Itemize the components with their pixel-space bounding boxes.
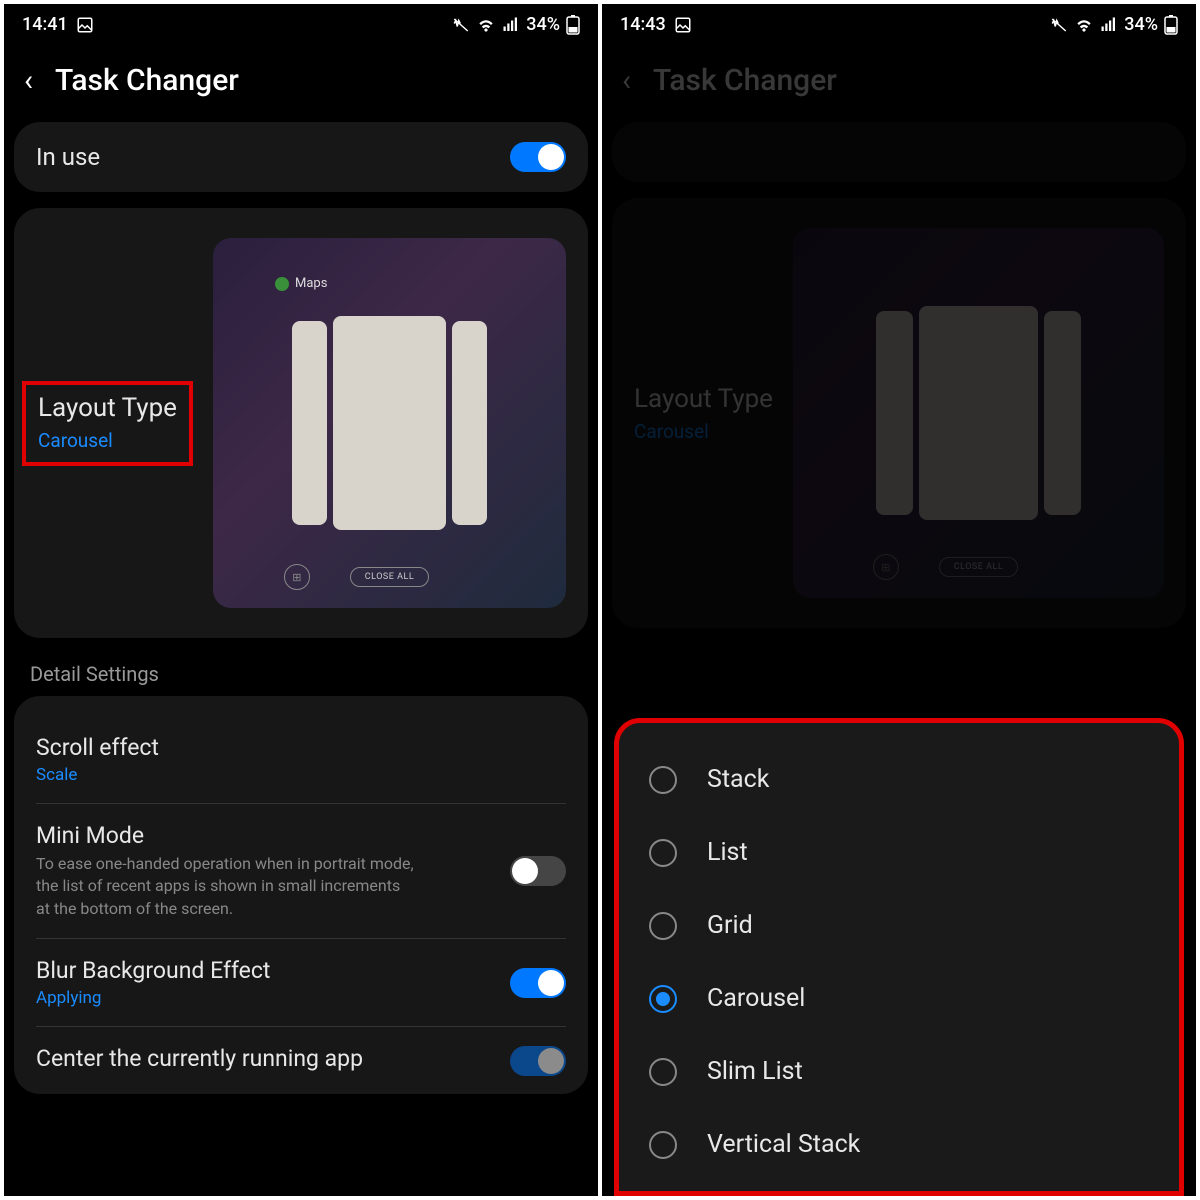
in-use-card: In use [14,122,588,192]
image-icon [674,16,692,34]
status-bar: 14:41 34% [4,4,598,45]
radio-icon [649,839,677,867]
center-row[interactable]: Center the currently running app [36,1027,566,1094]
center-title: Center the currently running app [36,1045,510,1072]
dimmed-background: ‹ Task Changer Layout Type Carousel ⊞ CL… [602,45,1196,644]
layout-type-value: Carousel [38,429,177,452]
layout-options-sheet: Stack List Grid Carousel Slim List Vertical S… [614,718,1184,1196]
image-icon [76,16,94,34]
layout-option-vertical-stack[interactable]: Vertical Stack [641,1108,1157,1181]
left-screenshot: 14:41 34% ‹ Task Changer In use Layout T… [4,4,598,1196]
layout-option-stack[interactable]: Stack [641,743,1157,816]
mini-mode-desc: To ease one-handed operation when in por… [36,853,415,920]
signal-icon [1100,16,1118,34]
mini-mode-toggle[interactable] [510,856,566,886]
radio-icon [649,766,677,794]
center-toggle[interactable] [510,1046,566,1076]
detail-settings-card: Scroll effect Scale Mini Mode To ease on… [14,696,588,1094]
header: ‹ Task Changer [4,45,598,122]
layout-option-slim-list[interactable]: Slim List [641,1035,1157,1108]
detail-settings-header: Detail Settings [4,654,598,696]
signal-icon [502,16,520,34]
status-battery-pct: 34% [526,14,560,35]
back-icon[interactable]: ‹ [24,66,33,96]
status-bar: 14:43 34% [602,4,1196,45]
layout-type-value: Carousel [634,420,773,443]
back-icon: ‹ [622,66,631,96]
vibrate-icon [1050,16,1068,34]
layout-option-list[interactable]: List [641,816,1157,889]
scroll-effect-value: Scale [36,765,566,785]
annotation-highlight: Layout Type Carousel [22,381,193,466]
grid-icon: ⊞ [284,564,310,590]
page-title: Task Changer [653,63,837,98]
radio-label: Grid [707,911,753,940]
radio-label: Slim List [707,1057,803,1086]
radio-icon [649,1131,677,1159]
blur-value: Applying [36,988,510,1008]
radio-label: Stack [707,765,769,794]
wifi-icon [476,15,496,35]
status-time: 14:41 [22,14,68,35]
radio-label: Carousel [707,984,805,1013]
mini-mode-row[interactable]: Mini Mode To ease one-handed operation w… [36,804,566,939]
radio-label: Vertical Stack [707,1130,860,1159]
layout-preview-card[interactable]: Layout Type Carousel Maps ⊞ CLOSE ALL [14,208,588,638]
right-screenshot: 14:43 34% ‹ Task Changer Layout Type Car… [602,4,1196,1196]
radio-label: List [707,838,748,867]
vibrate-icon [452,16,470,34]
mini-mode-title: Mini Mode [36,822,510,849]
radio-icon [649,912,677,940]
in-use-label: In use [36,143,100,171]
in-use-toggle[interactable] [510,142,566,172]
scroll-effect-title: Scroll effect [36,734,566,761]
blur-title: Blur Background Effect [36,957,510,984]
layout-type-label: Layout Type [38,393,177,423]
layout-preview-image: Maps ⊞ CLOSE ALL [213,238,566,608]
layout-option-grid[interactable]: Grid [641,889,1157,962]
radio-icon [649,985,677,1013]
blur-row[interactable]: Blur Background Effect Applying [36,939,566,1027]
battery-icon [1164,15,1178,35]
close-all-label: CLOSE ALL [350,567,429,587]
wifi-icon [1074,15,1094,35]
layout-option-carousel[interactable]: Carousel [641,962,1157,1035]
radio-icon [649,1058,677,1086]
scroll-effect-row[interactable]: Scroll effect Scale [36,716,566,804]
layout-type-label: Layout Type [634,384,773,414]
page-title: Task Changer [55,63,239,98]
status-battery-pct: 34% [1124,14,1158,35]
battery-icon [566,15,580,35]
status-time: 14:43 [620,14,666,35]
blur-toggle[interactable] [510,968,566,998]
